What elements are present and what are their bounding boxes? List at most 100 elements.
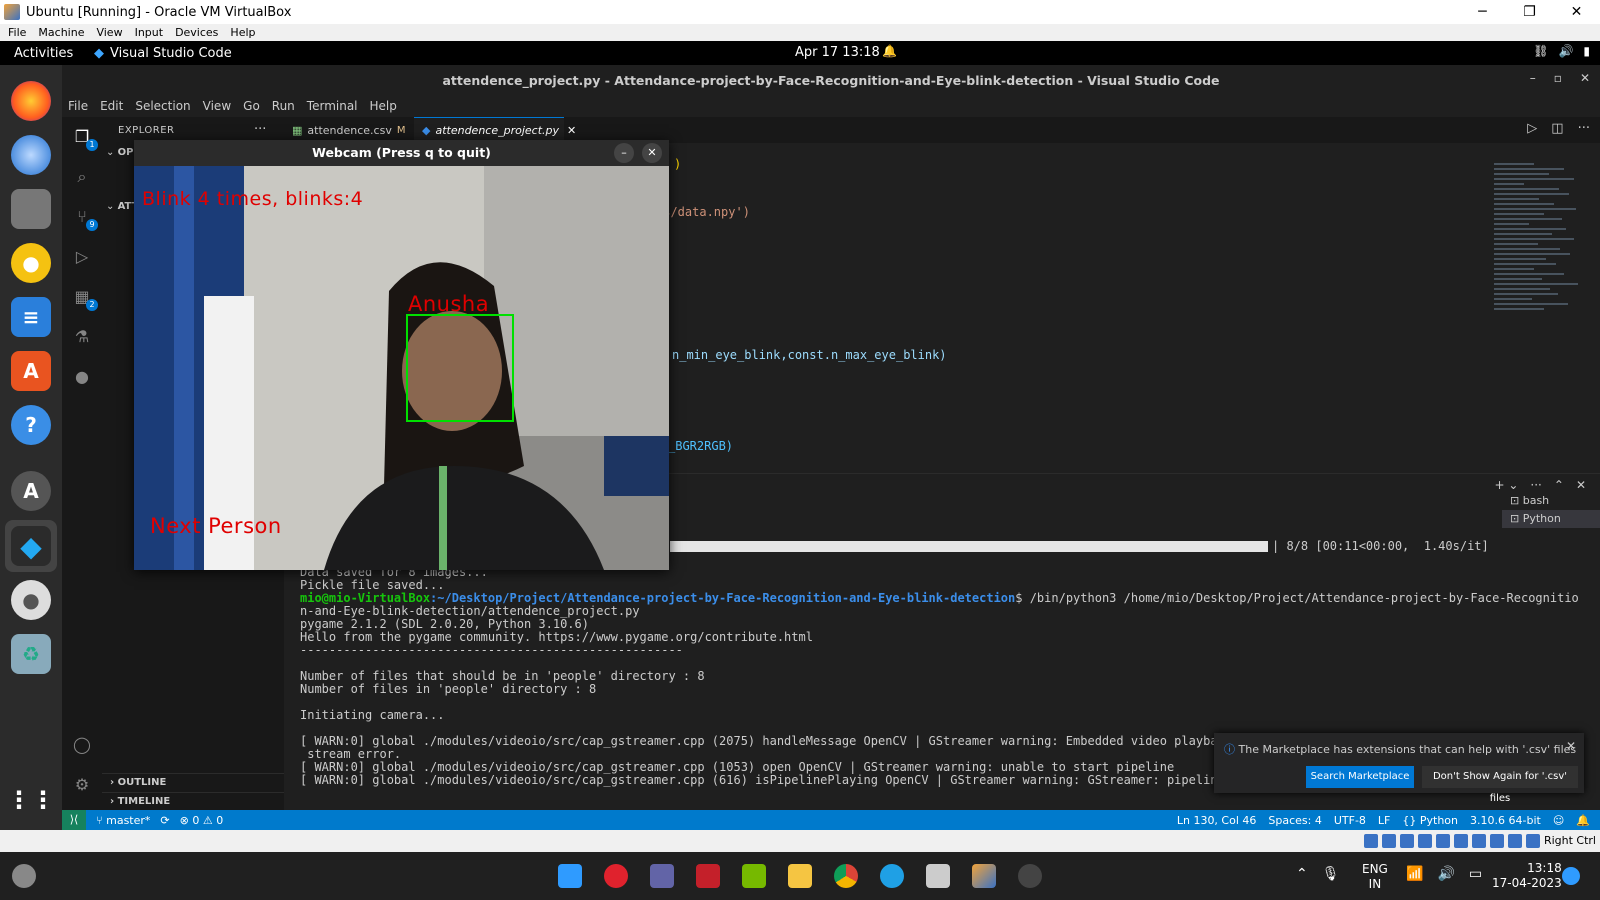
app-menu[interactable]: ◆ Visual Studio Code xyxy=(94,46,232,61)
maximize-panel-icon[interactable]: ⌃ xyxy=(1554,478,1564,492)
chrome-icon[interactable] xyxy=(834,864,858,888)
outline-section[interactable]: › OUTLINE xyxy=(102,773,284,791)
webcam-minimize-icon[interactable]: – xyxy=(614,143,634,163)
explorer-icon[interactable]: ❐ 1 xyxy=(72,127,98,151)
feedback-icon[interactable]: ☺ xyxy=(1553,814,1564,827)
menu-devices[interactable]: Devices xyxy=(175,26,218,39)
notification-badge-icon[interactable] xyxy=(1562,867,1580,885)
writer-icon[interactable]: ≡ xyxy=(11,297,51,337)
updater-icon[interactable]: A xyxy=(11,471,51,511)
webcam-window[interactable]: Webcam (Press q to quit) – ✕ Blink 4 tim… xyxy=(134,140,669,570)
line-ending[interactable]: LF xyxy=(1378,814,1390,827)
github-icon[interactable]: ● xyxy=(72,367,92,387)
vb-display-icon[interactable] xyxy=(1472,834,1486,848)
menu-machine[interactable]: Machine xyxy=(38,26,84,39)
extensions-icon[interactable]: ▦ 2 xyxy=(72,287,98,311)
interpreter[interactable]: 3.10.6 64-bit xyxy=(1470,814,1541,827)
panel-more-icon[interactable]: ··· xyxy=(1530,478,1541,492)
clock[interactable]: Apr 17 13:18 xyxy=(795,45,880,60)
tab-close-icon[interactable]: ✕ xyxy=(567,124,576,137)
notification-close-icon[interactable]: ✕ xyxy=(1566,739,1576,753)
language-mode[interactable]: {} Python xyxy=(1402,814,1458,827)
terminal-item-bash[interactable]: ⊡ bash xyxy=(1502,492,1600,510)
virtualbox-3d-icon[interactable] xyxy=(926,864,950,888)
vb-mouse-icon[interactable] xyxy=(1526,834,1540,848)
vb-cpu-icon[interactable] xyxy=(1508,834,1522,848)
vscode-minimize-icon[interactable]: – xyxy=(1530,71,1536,85)
nvidia-icon[interactable] xyxy=(742,864,766,888)
run-file-icon[interactable]: ▷ xyxy=(1527,121,1537,136)
remote-icon[interactable]: ⟩⟨ xyxy=(62,810,86,830)
teams-icon[interactable] xyxy=(650,864,674,888)
language-indicator[interactable]: ENG IN xyxy=(1362,862,1388,892)
minimize-icon[interactable]: ─ xyxy=(1459,0,1506,24)
software-icon[interactable]: A xyxy=(11,351,51,391)
vb-audio-icon[interactable] xyxy=(1400,834,1414,848)
vsc-menu-go[interactable]: Go xyxy=(243,99,260,113)
apps-grid-icon[interactable]: ⋮⋮ xyxy=(7,780,55,820)
firefox-icon[interactable] xyxy=(11,81,51,121)
vsc-menu-selection[interactable]: Selection xyxy=(135,99,190,113)
vsc-menu-run[interactable]: Run xyxy=(272,99,295,113)
files-icon[interactable] xyxy=(11,189,51,229)
windows-start-icon[interactable] xyxy=(558,864,582,888)
file-explorer-icon[interactable] xyxy=(788,864,812,888)
system-tray-icons[interactable]: ⌃ 🎙 xyxy=(1296,866,1340,882)
vsc-menu-help[interactable]: Help xyxy=(370,99,397,113)
problems-indicator[interactable]: ⊗ 0 ⚠ 0 xyxy=(180,814,224,827)
vsc-menu-terminal[interactable]: Terminal xyxy=(307,99,358,113)
close-icon[interactable]: ✕ xyxy=(1553,0,1600,24)
restore-icon[interactable]: ❐ xyxy=(1506,0,1553,24)
sync-icon[interactable]: ⟳ xyxy=(160,814,169,827)
vb-network-icon[interactable] xyxy=(1418,834,1432,848)
edge-icon[interactable] xyxy=(880,864,904,888)
minimap[interactable] xyxy=(1494,163,1584,393)
trash-icon[interactable]: ♻ xyxy=(11,634,51,674)
cursor-position[interactable]: Ln 130, Col 46 xyxy=(1177,814,1257,827)
menu-file[interactable]: File xyxy=(8,26,26,39)
vscode-maximize-icon[interactable]: ▫ xyxy=(1554,71,1562,85)
timeline-section[interactable]: › TIMELINE xyxy=(102,792,284,810)
vb-optical-icon[interactable] xyxy=(1382,834,1396,848)
more-actions-icon[interactable]: ··· xyxy=(254,122,266,137)
split-editor-icon[interactable]: ◫ xyxy=(1551,121,1563,136)
vb-recording-icon[interactable] xyxy=(1490,834,1504,848)
vscode-close-icon[interactable]: ✕ xyxy=(1580,71,1590,85)
dont-show-again-button[interactable]: Don't Show Again for '.csv' files xyxy=(1422,766,1578,804)
help-icon[interactable]: ? xyxy=(11,405,51,445)
menu-view[interactable]: View xyxy=(96,26,122,39)
vsc-menu-view[interactable]: View xyxy=(203,99,231,113)
app-red-icon[interactable] xyxy=(696,864,720,888)
thunderbird-icon[interactable] xyxy=(11,135,51,175)
notifications-bell-icon[interactable]: 🔔 xyxy=(1576,814,1590,827)
search-marketplace-button[interactable]: Search Marketplace xyxy=(1306,766,1414,788)
disc-icon[interactable]: ● xyxy=(11,580,51,620)
vb-shared-folder-icon[interactable] xyxy=(1454,834,1468,848)
menu-input[interactable]: Input xyxy=(135,26,163,39)
run-debug-icon[interactable]: ▷ xyxy=(72,247,92,267)
opera-icon[interactable] xyxy=(604,864,628,888)
menu-help[interactable]: Help xyxy=(230,26,255,39)
branch-indicator[interactable]: ⑂ master* xyxy=(96,814,150,827)
account-icon[interactable]: ◯ xyxy=(72,735,92,755)
virtualbox-taskbar-icon[interactable] xyxy=(972,864,996,888)
vscode-dock-icon[interactable]: ◆ xyxy=(11,526,51,566)
new-terminal-icon[interactable]: + ⌄ xyxy=(1494,478,1518,492)
encoding[interactable]: UTF-8 xyxy=(1334,814,1366,827)
settings-gear-icon[interactable]: ⚙ xyxy=(72,775,92,795)
vb-usb-icon[interactable] xyxy=(1436,834,1450,848)
activities-button[interactable]: Activities xyxy=(14,46,94,61)
webcam-close-icon[interactable]: ✕ xyxy=(642,143,662,163)
system-tray[interactable]: ⛓ 🔊 ▮ xyxy=(1533,44,1590,58)
source-control-icon[interactable]: ⑂ 9 xyxy=(72,207,98,231)
terminal-item-python[interactable]: ⊡ Python xyxy=(1502,510,1600,528)
network-volume-battery[interactable]: 📶 🔊 ▭ xyxy=(1406,866,1482,882)
search-icon[interactable]: ⌕ xyxy=(72,167,92,187)
vsc-menu-file[interactable]: File xyxy=(68,99,88,113)
app-circle-icon[interactable] xyxy=(1018,864,1042,888)
testing-icon[interactable]: ⚗ xyxy=(72,327,92,347)
close-panel-icon[interactable]: ✕ xyxy=(1576,478,1586,492)
vsc-menu-edit[interactable]: Edit xyxy=(100,99,123,113)
rhythmbox-icon[interactable]: ● xyxy=(11,243,51,283)
editor-more-icon[interactable]: ··· xyxy=(1578,121,1590,136)
